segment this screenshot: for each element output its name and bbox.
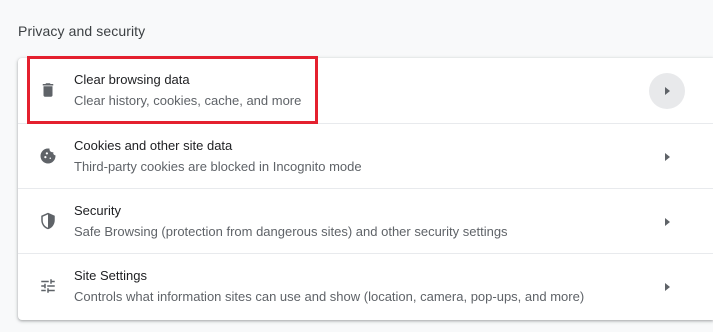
arrow-right-icon[interactable] xyxy=(649,139,685,175)
cookies-row[interactable]: Cookies and other site data Third-party … xyxy=(18,123,713,189)
row-description: Safe Browsing (protection from dangerous… xyxy=(74,224,508,239)
arrow-right-icon[interactable] xyxy=(649,204,685,240)
row-description: Controls what information sites can use … xyxy=(74,289,585,304)
row-description: Clear history, cookies, cache, and more xyxy=(74,93,302,108)
arrow-right-icon[interactable] xyxy=(649,269,685,305)
clear-browsing-data-row[interactable]: Clear browsing data Clear history, cooki… xyxy=(18,58,713,123)
cookie-icon xyxy=(39,147,57,165)
shield-icon xyxy=(39,212,57,230)
arrow-right-icon[interactable] xyxy=(649,73,685,109)
row-title: Security xyxy=(74,203,121,218)
row-title: Cookies and other site data xyxy=(74,138,233,153)
trash-icon xyxy=(39,81,57,99)
row-description: Third-party cookies are blocked in Incog… xyxy=(74,159,362,174)
row-title: Site Settings xyxy=(74,268,147,283)
privacy-security-card: Clear browsing data Clear history, cooki… xyxy=(18,58,713,320)
row-title: Clear browsing data xyxy=(74,72,190,87)
security-row[interactable]: Security Safe Browsing (protection from … xyxy=(18,188,713,254)
section-title: Privacy and security xyxy=(18,23,146,39)
tune-icon xyxy=(39,277,57,295)
site-settings-row[interactable]: Site Settings Controls what information … xyxy=(18,253,713,319)
